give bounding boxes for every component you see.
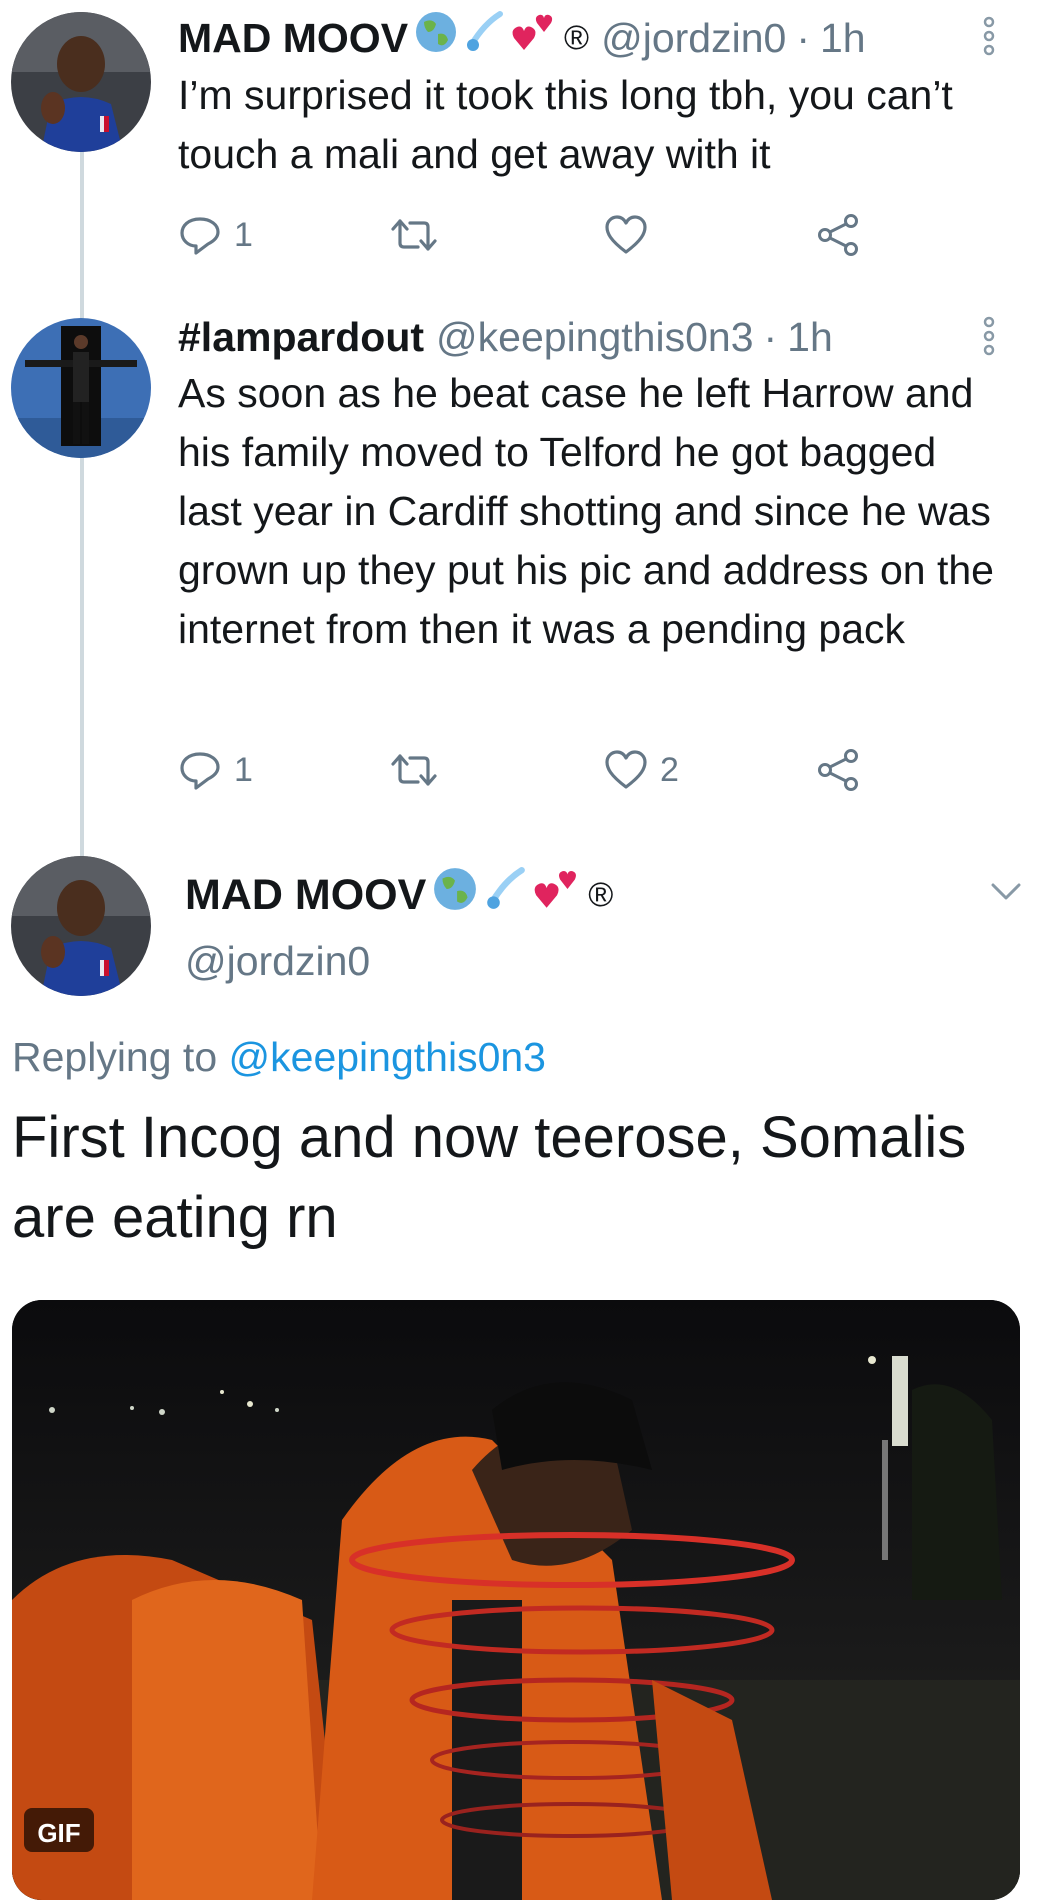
comet-emoji bbox=[464, 10, 504, 65]
hearts-emoji bbox=[510, 10, 556, 65]
earth-emoji bbox=[414, 10, 458, 65]
reply-icon bbox=[180, 217, 220, 255]
meta-separator: · bbox=[796, 14, 810, 61]
tweet-actions: 1 bbox=[178, 205, 898, 265]
avatar-image bbox=[11, 856, 151, 996]
reply-button[interactable]: 1 bbox=[178, 740, 253, 800]
like-icon bbox=[605, 750, 647, 789]
avatar[interactable] bbox=[11, 856, 151, 996]
reply-count: 1 bbox=[234, 215, 253, 254]
tweet-actions: 1 2 bbox=[178, 740, 898, 800]
tweet-header: #lampardout @keepingthis0n3 · 1h bbox=[178, 312, 833, 362]
gif-media[interactable] bbox=[12, 1300, 1020, 1900]
like-button[interactable] bbox=[604, 205, 660, 265]
tweet-handle[interactable]: @jordzin0 bbox=[601, 13, 786, 63]
display-name[interactable]: MAD MOOV bbox=[185, 869, 426, 921]
reply-button[interactable]: 1 bbox=[178, 205, 253, 265]
comet-emoji bbox=[484, 866, 526, 924]
tweet-handle[interactable]: @keepingthis0n3 bbox=[436, 312, 753, 362]
reply-icon bbox=[180, 752, 220, 790]
retweet-icon bbox=[391, 219, 437, 251]
hearts-emoji bbox=[532, 866, 580, 924]
share-button[interactable] bbox=[816, 205, 860, 265]
tweet-text: As soon as he beat case he left Harrow a… bbox=[178, 370, 994, 652]
reply-count: 1 bbox=[234, 750, 253, 789]
earth-emoji bbox=[432, 866, 478, 924]
like-count: 2 bbox=[660, 750, 679, 789]
retweet-button[interactable] bbox=[390, 740, 450, 800]
registered-badge: ® bbox=[588, 876, 614, 914]
meta-separator: · bbox=[763, 314, 778, 360]
main-tweet-text: First Incog and now teerose, Somalis are… bbox=[12, 1105, 967, 1250]
thread-line bbox=[80, 458, 84, 858]
avatar[interactable] bbox=[11, 318, 151, 458]
avatar-image bbox=[11, 12, 151, 152]
avatar[interactable] bbox=[11, 12, 151, 152]
tweet-header: MAD MOOV ® @jordzin0 · 1h bbox=[178, 10, 866, 65]
tweet-time[interactable]: 1h bbox=[820, 13, 866, 63]
gif-frame-image bbox=[12, 1300, 1020, 1900]
retweet-icon bbox=[391, 754, 437, 786]
tweet-time[interactable]: 1h bbox=[787, 312, 833, 362]
replying-handle-link[interactable]: @keepingthis0n3 bbox=[229, 1034, 546, 1080]
retweet-button[interactable] bbox=[390, 205, 450, 265]
display-name[interactable]: MAD MOOV bbox=[178, 13, 408, 63]
display-name[interactable]: #lampardout bbox=[178, 312, 424, 362]
more-vertical-icon[interactable] bbox=[980, 316, 998, 361]
like-button[interactable]: 2 bbox=[604, 740, 679, 800]
share-button[interactable] bbox=[816, 740, 860, 800]
registered-badge: ® bbox=[564, 18, 590, 57]
chevron-down-icon[interactable] bbox=[990, 882, 1022, 907]
more-vertical-icon[interactable] bbox=[980, 16, 998, 61]
gif-badge: GIF bbox=[24, 1808, 94, 1852]
main-tweet-handle[interactable]: @jordzin0 bbox=[185, 938, 370, 985]
replying-prefix: Replying to bbox=[12, 1034, 218, 1080]
avatar-image bbox=[11, 318, 151, 458]
replying-to: Replying to @keepingthis0n3 bbox=[12, 1034, 546, 1081]
main-tweet-header: MAD MOOV ® bbox=[185, 866, 613, 924]
like-icon bbox=[605, 215, 647, 254]
tweet-text: I’m surprised it took this long tbh, you… bbox=[178, 72, 953, 177]
share-icon bbox=[818, 214, 858, 256]
thread-line bbox=[80, 152, 84, 320]
share-icon bbox=[818, 749, 858, 791]
